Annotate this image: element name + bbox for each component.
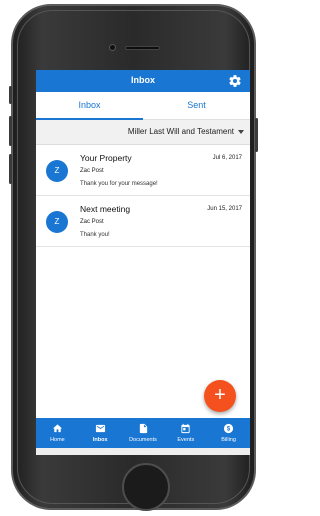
- nav-label: Inbox: [92, 437, 108, 443]
- message-row[interactable]: Z Your Property Zac Post Thank you for y…: [36, 146, 250, 196]
- screen-bottom-edge: [36, 448, 250, 455]
- case-filter-value: Miller Last Will and Testament: [127, 127, 234, 136]
- home-hardware-button[interactable]: [122, 463, 170, 511]
- message-date: Jul 6, 2017: [212, 155, 242, 161]
- caret-down-icon: [238, 130, 244, 134]
- tab-sent[interactable]: Sent: [143, 92, 250, 120]
- page-title: Inbox: [131, 75, 155, 85]
- power-button: [255, 118, 258, 152]
- earpiece-speaker: [125, 46, 160, 50]
- tab-inbox[interactable]: Inbox: [36, 92, 143, 120]
- nav-item-inbox[interactable]: Inbox: [79, 418, 122, 448]
- phone-screen: Inbox Inbox Sent Miller Last Will and Te…: [36, 70, 250, 455]
- tab-bar: Inbox Sent: [36, 92, 250, 120]
- nav-item-billing[interactable]: $ Billing: [207, 418, 250, 448]
- nav-label: Events: [177, 437, 195, 443]
- case-filter-dropdown[interactable]: Miller Last Will and Testament: [36, 120, 250, 145]
- mail-icon: [95, 424, 105, 433]
- message-subject: Next meeting: [80, 204, 131, 214]
- message-snippet: Thank you!: [80, 232, 110, 238]
- gear-icon[interactable]: [228, 74, 242, 88]
- dollar-icon: $: [224, 423, 234, 434]
- nav-label: Billing: [221, 437, 236, 443]
- message-date: Jun 15, 2017: [207, 206, 242, 212]
- front-camera: [109, 44, 116, 51]
- message-row[interactable]: Z Next meeting Zac Post Thank you! Jun 1…: [36, 197, 250, 247]
- volume-up-button: [9, 116, 12, 146]
- message-subject: Your Property: [80, 153, 132, 163]
- volume-down-button: [9, 154, 12, 184]
- nav-item-events[interactable]: Events: [164, 418, 207, 448]
- message-sender: Zac Post: [80, 168, 104, 174]
- home-icon: [52, 424, 63, 433]
- document-icon: [139, 423, 147, 434]
- nav-item-documents[interactable]: Documents: [122, 418, 165, 448]
- bottom-navigation: Home Inbox Documents Events $ Billing: [36, 418, 250, 448]
- compose-fab-button[interactable]: +: [204, 380, 236, 412]
- calendar-icon: [181, 423, 191, 434]
- message-sender: Zac Post: [80, 219, 104, 225]
- message-snippet: Thank you for your message!: [80, 181, 158, 187]
- nav-label: Documents: [129, 437, 157, 443]
- plus-icon: +: [214, 384, 226, 406]
- nav-label: Home: [50, 437, 65, 443]
- avatar: Z: [46, 160, 68, 182]
- mute-switch: [9, 86, 12, 104]
- avatar: Z: [46, 211, 68, 233]
- app-bar: Inbox: [36, 70, 250, 92]
- nav-item-home[interactable]: Home: [36, 418, 79, 448]
